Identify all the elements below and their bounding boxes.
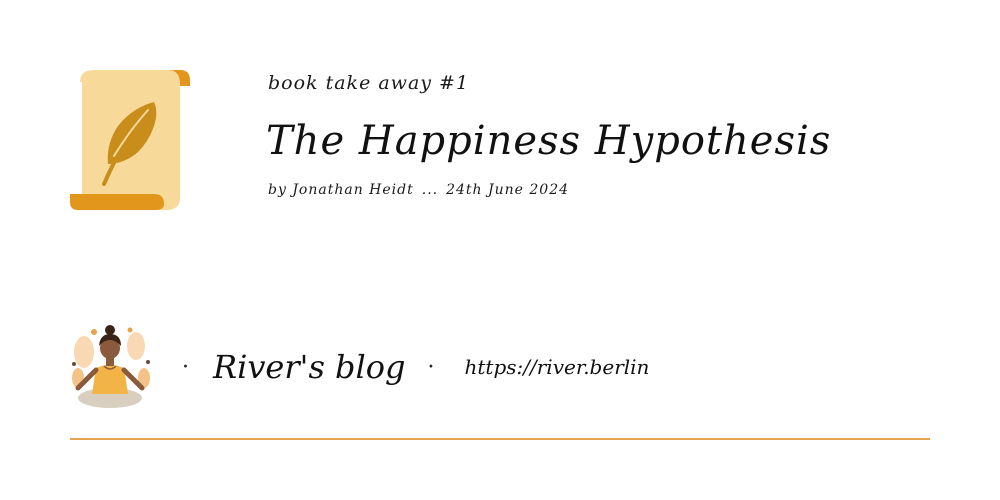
byline: by Jonathan Heidt... 24th June 2024: [268, 182, 569, 198]
scroll-feather-icon: [70, 70, 190, 210]
post-date: 24th June 2024: [446, 182, 570, 198]
blog-url-link[interactable]: https://river.berlin: [465, 355, 650, 379]
meditating-person-avatar: [72, 325, 150, 408]
series-label: book take away #1: [268, 72, 470, 94]
byline-separator: ...: [421, 182, 439, 198]
footer-divider: [70, 438, 930, 440]
author: by Jonathan Heidt: [268, 182, 414, 198]
separator-dot: ·: [427, 354, 435, 380]
blog-name: River's blog: [213, 348, 406, 386]
page-title: The Happiness Hypothesis: [266, 118, 832, 164]
blog-signature: · River's blog · https://river.berlin: [182, 342, 649, 392]
separator-dot: ·: [182, 354, 189, 380]
